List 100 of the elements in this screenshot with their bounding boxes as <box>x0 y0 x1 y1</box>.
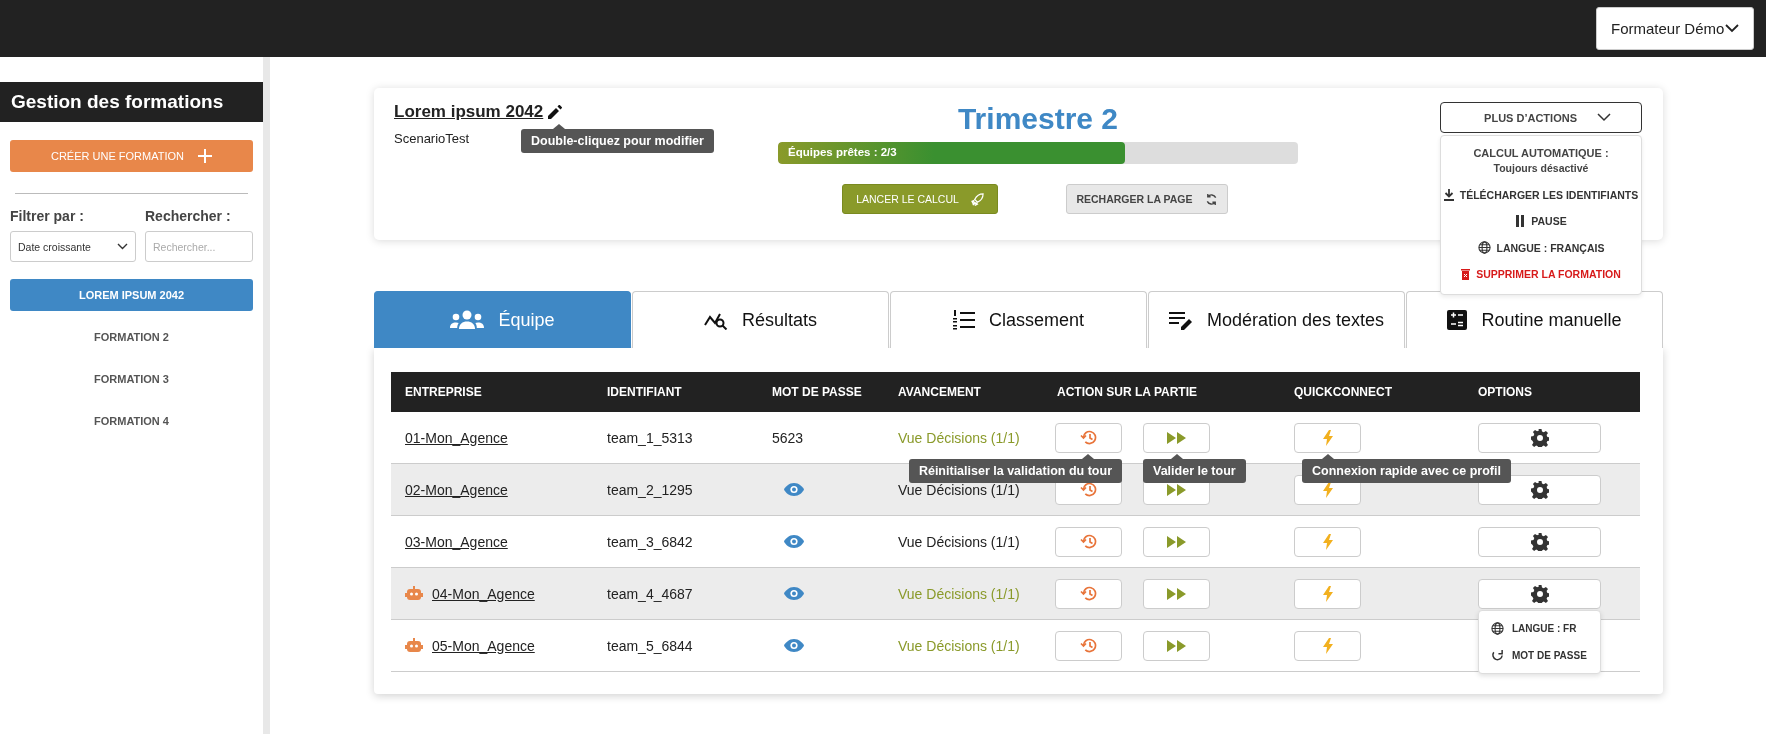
settings-icon <box>1530 480 1549 499</box>
progress-status: Vue Décisions (1/1) <box>898 429 1020 446</box>
tab[interactable]: Routine manuelle <box>1406 291 1663 348</box>
company-link[interactable]: 04-Mon_Agence <box>432 585 535 602</box>
training-item[interactable]: LOREM IPSUM 2042 <box>10 279 253 311</box>
progress-status: Vue Décisions (1/1) <box>898 637 1020 654</box>
tab[interactable]: Résultats <box>632 291 889 348</box>
pencil-icon[interactable] <box>548 105 563 119</box>
history-icon <box>1080 586 1097 601</box>
menu-item[interactable]: LANGUE : FR <box>1479 614 1600 642</box>
refresh-icon <box>1204 192 1218 206</box>
plus-icon <box>198 149 212 163</box>
tooltip: Valider le tour <box>1143 453 1246 483</box>
user-menu[interactable]: Formateur Démo <box>1596 7 1754 50</box>
validate-button[interactable] <box>1143 526 1210 557</box>
menu-item[interactable]: TÉLÉCHARGER LES IDENTIFIANTS <box>1441 182 1641 208</box>
history-icon <box>1080 482 1097 497</box>
validate-button[interactable] <box>1143 630 1210 661</box>
menu-item[interactable]: LANGUE : FRANÇAIS <box>1475 234 1607 261</box>
history-icon <box>1080 534 1097 549</box>
more-actions-button[interactable]: PLUS D’ACTIONS <box>1440 102 1642 133</box>
menu-item[interactable]: PAUSE <box>1513 208 1569 234</box>
auto-calc-label: CALCUL AUTOMATIQUE : <box>1473 147 1609 159</box>
lightning-icon <box>1322 533 1333 550</box>
trash-icon <box>1461 268 1471 280</box>
menu-item[interactable]: SUPPRIMER LA FORMATION <box>1459 261 1623 287</box>
settings-icon <box>1530 532 1549 551</box>
filter-label: Filtrer par : <box>10 208 85 224</box>
column-header: MOT DE PASSE <box>771 385 863 399</box>
validate-button[interactable] <box>1143 422 1210 453</box>
history-icon <box>1080 430 1097 445</box>
progress-status: Vue Décisions (1/1) <box>898 585 1020 602</box>
column-header: IDENTIFIANT <box>606 385 683 399</box>
calculator-icon <box>1447 310 1468 330</box>
login-text: team_2_1295 <box>607 481 693 498</box>
tab[interactable]: Classement <box>890 291 1147 348</box>
column-header: QUICKCONNECT <box>1293 385 1393 399</box>
tooltip: Réinitialiser la validation du tour <box>908 453 1122 483</box>
password-text: 5623 <box>772 429 804 446</box>
company-link[interactable]: 03-Mon_Agence <box>405 533 508 550</box>
login-text: team_4_4687 <box>607 585 693 602</box>
lightning-icon <box>1322 429 1333 446</box>
sidebar-title: Gestion des formations <box>0 82 263 122</box>
tab[interactable]: Modération des textes <box>1148 291 1405 348</box>
training-title[interactable]: Lorem ipsum 2042 <box>394 102 544 122</box>
lightning-icon <box>1322 481 1333 498</box>
company-link[interactable]: 01-Mon_Agence <box>405 429 508 446</box>
progress-status: Vue Décisions (1/1) <box>898 481 1020 498</box>
eye-icon[interactable] <box>784 535 804 548</box>
globe-icon <box>1477 241 1491 254</box>
rocket-icon <box>970 192 984 206</box>
options-button[interactable] <box>1478 578 1601 609</box>
reload-button[interactable]: RECHARGER LA PAGE <box>1066 184 1228 214</box>
training-item[interactable]: FORMATION 4 <box>10 405 253 437</box>
search-field[interactable]: Rechercher... <box>145 231 253 262</box>
lightning-icon <box>1322 585 1333 602</box>
chevron-down-icon <box>117 243 128 250</box>
tooltip: Double-cliquez pour modifier <box>521 124 714 153</box>
tooltip: Connexion rapide avec ce profil <box>1302 453 1511 483</box>
training-item[interactable]: FORMATION 2 <box>10 321 253 353</box>
history-icon <box>1080 638 1097 653</box>
chevron-down-icon <box>1597 113 1611 122</box>
column-header: ACTION SUR LA PARTIE <box>1056 385 1198 399</box>
eye-icon[interactable] <box>784 639 804 652</box>
column-header: ENTREPRISE <box>404 385 483 399</box>
validate-button[interactable] <box>1143 578 1210 609</box>
period-title: Trimestre 2 <box>956 102 1120 136</box>
pause-icon <box>1515 215 1526 227</box>
column-header: OPTIONS <box>1477 385 1533 399</box>
company-link[interactable]: 05-Mon_Agence <box>432 637 535 654</box>
robot-icon <box>405 585 423 602</box>
tab[interactable]: Équipe <box>374 291 631 348</box>
settings-icon <box>1530 584 1549 603</box>
people-icon <box>450 310 485 330</box>
options-button[interactable] <box>1478 422 1601 453</box>
login-text: team_3_6842 <box>607 533 693 550</box>
fast-forward-icon <box>1166 431 1187 444</box>
chevron-down-icon <box>1725 24 1739 33</box>
eye-icon[interactable] <box>784 587 804 600</box>
scenario-name: ScenarioTest <box>394 131 470 146</box>
fast-forward-icon <box>1166 639 1187 652</box>
training-item[interactable]: FORMATION 3 <box>10 363 253 395</box>
settings-icon <box>1530 428 1549 447</box>
globe-icon <box>1491 621 1504 635</box>
download-icon <box>1443 189 1454 201</box>
options-button[interactable] <box>1478 526 1601 557</box>
eye-icon[interactable] <box>784 483 804 496</box>
menu-item[interactable]: MOT DE PASSE <box>1479 641 1600 669</box>
login-text: team_1_5313 <box>607 429 693 446</box>
robot-icon <box>405 637 423 654</box>
company-link[interactable]: 02-Mon_Agence <box>405 481 508 498</box>
sort-dropdown[interactable]: Date croissante <box>10 231 136 262</box>
numbered-list-icon <box>952 310 975 330</box>
fast-forward-icon <box>1166 535 1187 548</box>
lightning-icon <box>1322 637 1333 654</box>
login-text: team_5_6844 <box>607 637 693 654</box>
fast-forward-icon <box>1166 587 1187 600</box>
column-header: AVANCEMENT <box>897 385 982 399</box>
progress-label: Équipes prêtes : 2/3 <box>788 146 897 158</box>
text-edit-icon <box>1168 310 1193 330</box>
